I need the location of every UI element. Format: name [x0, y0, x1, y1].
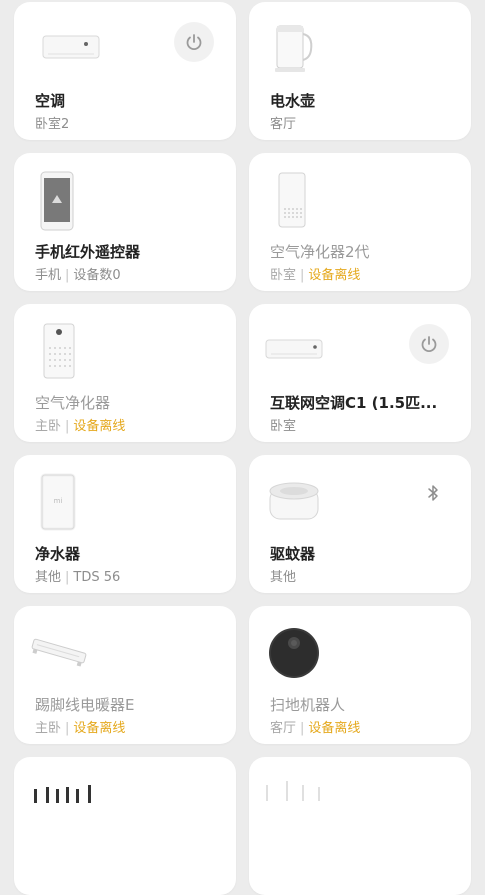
air-purifier-image — [278, 172, 306, 228]
device-name: 空调 — [35, 92, 66, 110]
device-subtitle: 客厅 — [270, 113, 296, 132]
router-image — [34, 785, 91, 803]
air-conditioner-image — [42, 35, 100, 59]
device-room: 客厅 — [270, 117, 297, 132]
device-room: 卧室 — [270, 419, 297, 434]
device-card-air-purifier[interactable]: 空气净化器 主卧 | 设备离线 — [14, 304, 236, 442]
svg-text:mi: mi — [54, 497, 63, 505]
separator: | — [300, 268, 305, 283]
offline-status: 设备离线 — [73, 721, 126, 736]
device-room: 客厅 — [270, 721, 297, 736]
device-subtitle: 卧室2 — [35, 113, 69, 132]
separator: | — [65, 570, 70, 585]
device-extra: 设备数0 — [73, 268, 121, 283]
offline-status: 设备离线 — [308, 268, 361, 283]
device-room: 卧室2 — [35, 117, 70, 132]
power-button[interactable] — [174, 22, 214, 62]
device-card-partial-right[interactable] — [249, 757, 471, 895]
water-purifier-image: mi — [40, 473, 76, 531]
separator: | — [65, 419, 70, 434]
device-subtitle: 其他 — [270, 566, 296, 585]
baseboard-heater-image — [31, 638, 87, 667]
power-icon — [186, 34, 202, 51]
device-room: 其他 — [270, 570, 297, 585]
device-subtitle: 主卧 | 设备离线 — [35, 717, 125, 736]
device-card-phone-ir-remote[interactable]: 手机红外遥控器 手机 | 设备数0 — [14, 153, 236, 291]
power-button[interactable] — [409, 324, 449, 364]
device-card-baseboard-heater[interactable]: 踢脚线电暖器E 主卧 | 设备离线 — [14, 606, 236, 744]
device-image — [266, 781, 320, 801]
device-name: 互联网空调C1 (1.5匹... — [270, 394, 438, 412]
device-name: 驱蚊器 — [270, 545, 316, 563]
device-room: 卧室 — [270, 268, 297, 283]
bluetooth-icon — [428, 485, 438, 501]
phone-image — [40, 171, 74, 231]
separator: | — [65, 721, 70, 736]
device-subtitle: 手机 | 设备数0 — [35, 264, 121, 283]
air-conditioner-image — [265, 339, 323, 359]
offline-status: 设备离线 — [308, 721, 361, 736]
device-subtitle: 主卧 | 设备离线 — [35, 415, 125, 434]
device-card-air-purifier-2[interactable]: 空气净化器2代 卧室 | 设备离线 — [249, 153, 471, 291]
device-name: 扫地机器人 — [270, 696, 346, 714]
device-name: 空气净化器 — [35, 394, 111, 412]
device-subtitle: 其他 | TDS 56 — [35, 566, 120, 585]
device-name: 踢脚线电暖器E — [35, 696, 135, 714]
device-card-internet-air-conditioner-c1[interactable]: 互联网空调C1 (1.5匹... 卧室 — [249, 304, 471, 442]
device-subtitle: 卧室 — [270, 415, 296, 434]
device-room: 主卧 — [35, 721, 62, 736]
device-name: 电水壶 — [270, 92, 316, 110]
device-subtitle: 客厅 | 设备离线 — [270, 717, 360, 736]
device-name: 手机红外遥控器 — [35, 243, 141, 261]
power-icon — [421, 336, 437, 353]
device-room: 主卧 — [35, 419, 62, 434]
separator: | — [65, 268, 70, 283]
device-name: 空气净化器2代 — [270, 243, 370, 261]
device-card-partial-left[interactable] — [14, 757, 236, 895]
offline-status: 设备离线 — [73, 419, 126, 434]
robot-vacuum-image — [269, 628, 319, 678]
device-name: 净水器 — [35, 545, 81, 563]
device-room: 手机 — [35, 268, 62, 283]
mosquito-repeller-image — [269, 482, 319, 520]
device-card-mosquito-repeller[interactable]: 驱蚊器 其他 — [249, 455, 471, 593]
device-card-kettle[interactable]: 电水壶 客厅 — [249, 2, 471, 140]
device-room: 其他 — [35, 570, 62, 585]
device-extra: TDS 56 — [73, 570, 121, 585]
device-card-robot-vacuum[interactable]: 扫地机器人 客厅 | 设备离线 — [249, 606, 471, 744]
separator: | — [300, 721, 305, 736]
device-card-water-purifier[interactable]: mi 净水器 其他 | TDS 56 — [14, 455, 236, 593]
device-card-air-conditioner[interactable]: 空调 卧室2 — [14, 2, 236, 140]
kettle-image — [275, 25, 313, 72]
device-subtitle: 卧室 | 设备离线 — [270, 264, 360, 283]
air-purifier-image — [43, 323, 75, 379]
